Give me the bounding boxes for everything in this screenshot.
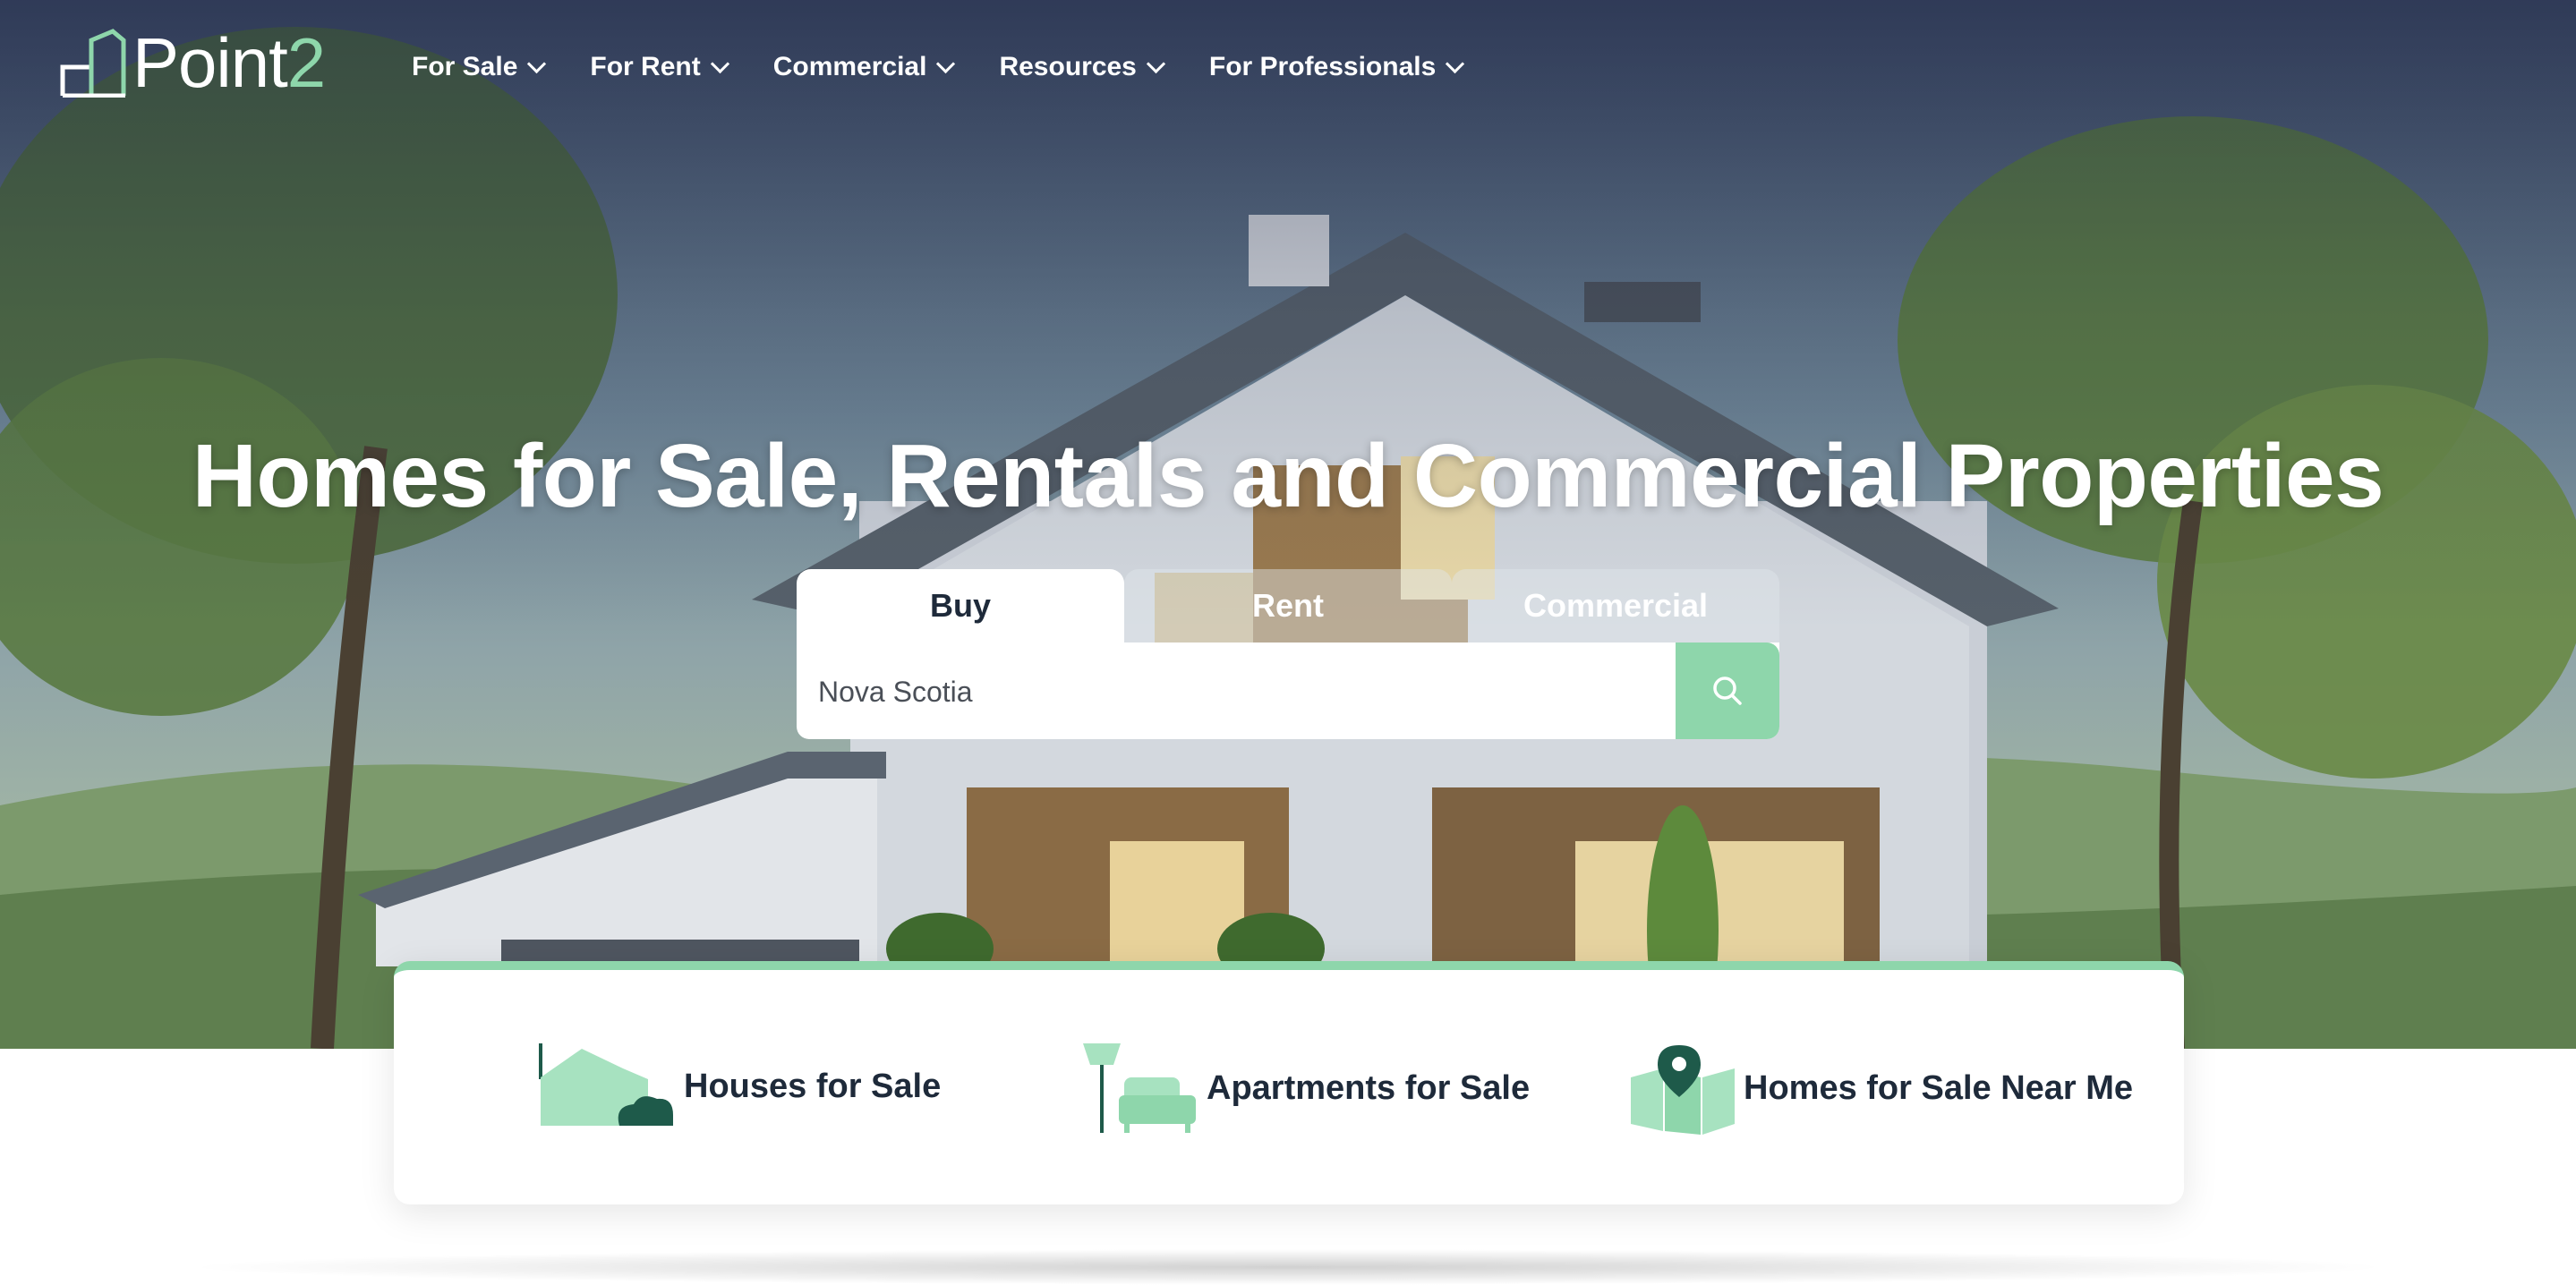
nav-for-sale[interactable]: For Sale [412, 52, 547, 82]
nav-for-sale-label: For Sale [412, 52, 518, 81]
top-navigation: Point2 For Sale For Rent Commercial Reso… [0, 0, 2576, 145]
main-menu: For Sale For Rent Commercial Resources F… [412, 52, 1465, 82]
chevron-down-icon [1146, 54, 1165, 73]
chevron-down-icon [710, 54, 729, 73]
search-icon [1713, 677, 1742, 705]
logo-building-icon [60, 29, 126, 98]
map-pin-icon [1631, 1045, 1735, 1135]
logo-name: Point [132, 23, 288, 102]
tab-buy[interactable]: Buy [797, 569, 1124, 642]
tab-commercial[interactable]: Commercial [1452, 569, 1779, 642]
nav-resources[interactable]: Resources [999, 52, 1165, 82]
quick-link-near-me-label: Homes for Sale Near Me [1744, 1068, 2134, 1107]
quick-link-apartments-label: Apartments for Sale [1207, 1068, 1531, 1107]
tab-rent[interactable]: Rent [1124, 569, 1452, 642]
nav-for-rent[interactable]: For Rent [590, 52, 729, 82]
logo-wordmark: Point2 [132, 28, 326, 98]
card-shadow [179, 1249, 2397, 1285]
quick-links-card: Houses for Sale Apartments for Sale Home… [394, 961, 2184, 1204]
quick-link-near-me[interactable]: Homes for Sale Near Me [1629, 1042, 2133, 1135]
apartment-furniture-icon [1083, 1043, 1196, 1133]
chevron-down-icon [527, 54, 547, 73]
house-icon [539, 1043, 673, 1126]
nav-for-professionals[interactable]: For Professionals [1208, 52, 1465, 82]
nav-commercial-label: Commercial [772, 52, 927, 81]
nav-for-rent-label: For Rent [590, 52, 701, 81]
search-button[interactable] [1676, 642, 1779, 739]
chevron-down-icon [936, 54, 956, 73]
hero-headline: Homes for Sale, Rentals and Commercial P… [192, 426, 2384, 526]
logo-name-accent: 2 [286, 23, 326, 102]
nav-for-professionals-label: For Professionals [1208, 52, 1437, 81]
search-tabs: Buy Rent Commercial [797, 569, 1781, 642]
point2-logo[interactable]: Point2 [59, 27, 326, 98]
search-bar [797, 642, 1779, 741]
quick-link-apartments[interactable]: Apartments for Sale [1083, 1042, 1530, 1135]
nav-commercial[interactable]: Commercial [772, 52, 956, 82]
nav-resources-label: Resources [999, 52, 1137, 81]
quick-link-houses-label: Houses for Sale [684, 1067, 942, 1105]
chevron-down-icon [1446, 54, 1465, 73]
quick-link-houses[interactable]: Houses for Sale [537, 1042, 941, 1131]
location-search-input[interactable] [816, 642, 1652, 741]
